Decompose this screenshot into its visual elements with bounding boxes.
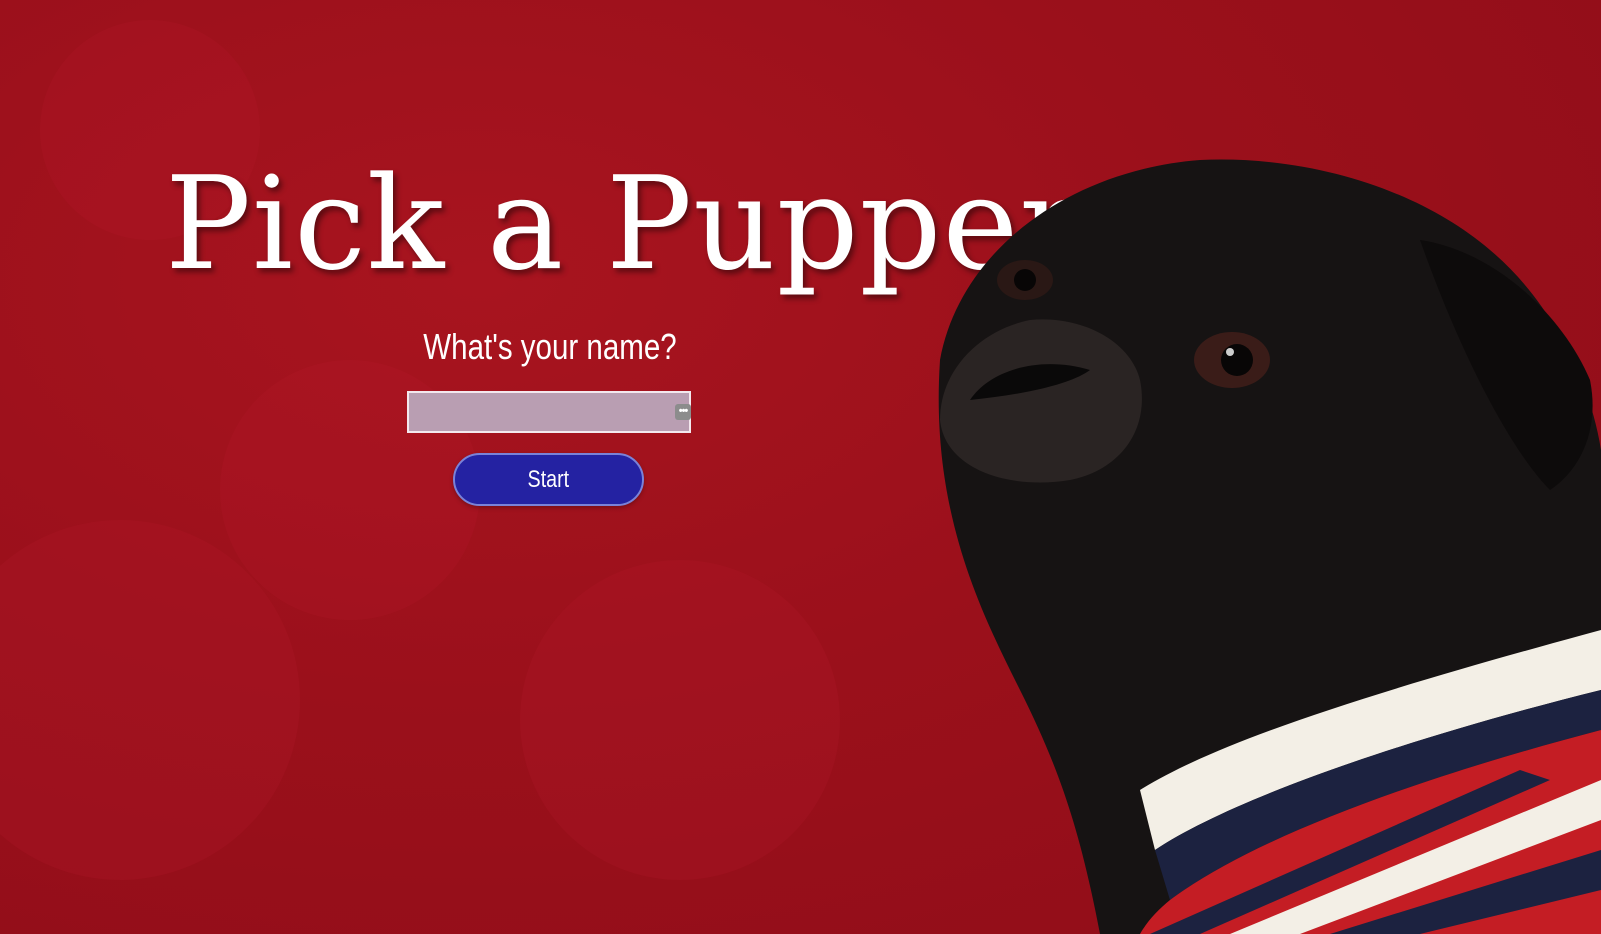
start-button[interactable]: Start [453, 453, 644, 506]
background-decoration [520, 560, 840, 880]
background-decoration [0, 520, 300, 880]
name-prompt-label: What's your name? [423, 326, 677, 367]
ellipsis-icon[interactable]: ••• [675, 404, 691, 420]
name-input[interactable] [407, 391, 691, 433]
pug-photo [938, 159, 1601, 934]
start-button-label: Start [527, 465, 570, 493]
